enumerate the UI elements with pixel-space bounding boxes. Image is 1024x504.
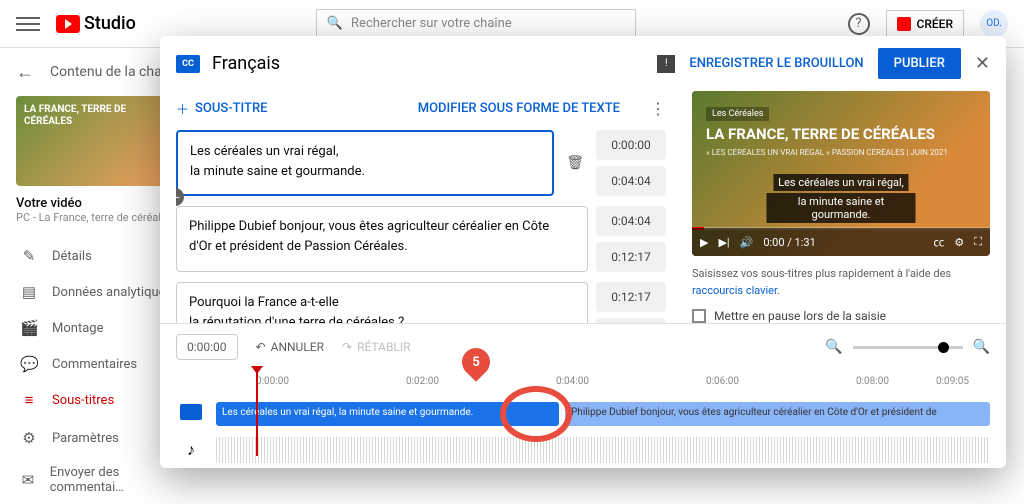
brand-label: Les Céréales xyxy=(706,107,769,121)
back-arrow-icon[interactable]: ← xyxy=(16,62,34,83)
end-time-input[interactable]: 0:12:17 xyxy=(596,242,666,272)
pencil-icon: ✎ xyxy=(20,247,38,265)
subtitle-text-input[interactable]: Pourquoi la France a-t-elle la réputatio… xyxy=(176,282,588,323)
video-thumbnail[interactable]: LA FRANCE, TERRE DE CÉRÉALES xyxy=(16,96,176,186)
sidebar-item-settings[interactable]: ⚙Paramètres xyxy=(16,420,182,456)
add-subtitle-button[interactable]: ＋SOUS-TITRE xyxy=(176,99,268,118)
zoom-slider[interactable] xyxy=(853,346,963,349)
analytics-icon: ▤ xyxy=(20,283,38,301)
save-draft-button[interactable]: ENREGISTRER LE BROUILLON xyxy=(689,56,863,71)
cc-toggle-icon[interactable]: ㏄ xyxy=(933,234,944,250)
modal-title: Français xyxy=(212,53,280,74)
zoom-out-icon[interactable]: 🔍 xyxy=(825,339,842,355)
subtitle-text-input[interactable]: Les céréales un vrai régal, la minute sa… xyxy=(176,130,554,196)
comments-icon: 💬 xyxy=(20,355,38,373)
start-time-input[interactable]: 0:04:04 xyxy=(596,206,666,236)
timeline-current-input[interactable]: 0:00:00 xyxy=(176,334,238,360)
undo-icon: ↶ xyxy=(256,340,266,354)
gear-icon: ⚙ xyxy=(20,429,38,447)
editor-icon: 🎬 xyxy=(20,319,38,337)
next-icon[interactable]: ▶| xyxy=(718,236,729,249)
create-icon xyxy=(897,17,911,31)
end-time-input[interactable]: 0:04:04 xyxy=(596,166,666,196)
more-icon[interactable]: ⋮ xyxy=(644,99,672,118)
search-icon: 🔍 xyxy=(327,16,343,31)
edit-as-text-button[interactable]: MODIFIER SOUS FORME DE TEXTE xyxy=(418,101,620,116)
sidebar-item-analytics[interactable]: ▤Données analytiques xyxy=(16,274,182,310)
subtitle-track-icon xyxy=(176,404,206,424)
feedback-icon: ✉ xyxy=(20,471,36,489)
caption-overlay: Les céréales un vrai régal, la minute sa… xyxy=(767,171,916,224)
close-icon[interactable]: ✕ xyxy=(975,53,990,74)
publish-button[interactable]: PUBLIER xyxy=(878,48,961,79)
flag-icon[interactable]: ! xyxy=(657,55,675,73)
hint-text: Saisissez vos sous-titres plus rapidemen… xyxy=(692,266,990,299)
start-time-input[interactable]: 0:00:00 xyxy=(596,130,666,160)
redo-icon: ↷ xyxy=(342,340,352,354)
player-time: 0:00 / 1:31 xyxy=(763,236,815,249)
subtitle-row: Philippe Dubief bonjour, vous êtes agric… xyxy=(176,206,666,272)
search-input[interactable]: 🔍 Rechercher sur votre chaîne xyxy=(316,9,636,38)
shortcuts-link[interactable]: raccourcis clavier xyxy=(692,284,777,297)
avatar[interactable]: OD. xyxy=(980,10,1008,38)
plus-icon: ＋ xyxy=(176,99,189,118)
waveform[interactable] xyxy=(216,437,990,463)
sidebar-item-subtitles[interactable]: ≡Sous-titres xyxy=(16,382,182,418)
help-icon[interactable]: ? xyxy=(848,13,870,35)
fullscreen-icon[interactable]: ⛶ xyxy=(974,235,982,249)
subtitles-modal: CC Français ! ENREGISTRER LE BROUILLON P… xyxy=(160,36,1006,468)
play-icon[interactable]: ▶ xyxy=(700,236,708,249)
audio-track-icon: ♪ xyxy=(176,440,206,460)
subtitle-text-input[interactable]: Philippe Dubief bonjour, vous êtes agric… xyxy=(176,206,588,272)
annotation-circle xyxy=(500,386,572,442)
sidebar-item-editor[interactable]: 🎬Montage xyxy=(16,310,182,346)
subtitle-row: Pourquoi la France a-t-elle la réputatio… xyxy=(176,282,666,323)
youtube-icon xyxy=(56,15,80,33)
pause-checkbox[interactable] xyxy=(692,309,706,323)
zoom-in-icon[interactable]: 🔍 xyxy=(973,339,990,355)
logo-text: Studio xyxy=(84,13,136,34)
sidebar-item-details[interactable]: ✎Détails xyxy=(16,238,182,274)
start-time-input[interactable]: 0:12:17 xyxy=(596,282,666,312)
redo-button[interactable]: ↷RÉTABLIR xyxy=(342,340,411,354)
create-button[interactable]: CRÉER xyxy=(886,10,965,38)
undo-button[interactable]: ↶ANNULER xyxy=(256,340,324,354)
studio-logo[interactable]: Studio xyxy=(56,13,136,34)
settings-icon[interactable]: ⚙ xyxy=(954,236,964,249)
cc-icon: CC xyxy=(176,55,200,73)
sidebar-item-feedback[interactable]: ✉Envoyer des commentai… xyxy=(16,456,182,504)
sidebar-item-comments[interactable]: 💬Commentaires xyxy=(16,346,182,382)
player-subtitle: « LES CÉRÉALES UN VRAI RÉGAL » PASSION C… xyxy=(706,148,976,157)
end-time-input[interactable]: 0:16:10 xyxy=(596,318,666,323)
volume-icon[interactable]: 🔊 xyxy=(740,236,754,249)
subtitle-row: Les céréales un vrai régal, la minute sa… xyxy=(176,130,666,196)
player-title: LA FRANCE, TERRE DE CÉRÉALES xyxy=(706,125,976,145)
video-label: Votre vidéo xyxy=(16,196,182,211)
playhead[interactable] xyxy=(256,368,258,456)
timeline-ruler[interactable]: 0:00:00 0:02:00 0:04:00 0:06:00 0:08:00 … xyxy=(176,368,990,392)
menu-icon[interactable] xyxy=(16,12,40,36)
video-player[interactable]: Les Céréales LA FRANCE, TERRE DE CÉRÉALE… xyxy=(692,91,990,256)
pause-label: Mettre en pause lors de la saisie xyxy=(714,309,886,323)
subtitles-icon: ≡ xyxy=(20,391,38,409)
timeline-segment[interactable]: Philippe Dubief bonjour, vous êtes agric… xyxy=(565,402,990,426)
delete-icon[interactable]: 🗑 xyxy=(562,155,588,171)
video-subtitle: PC - La France, terre de céréales xyxy=(16,211,182,224)
